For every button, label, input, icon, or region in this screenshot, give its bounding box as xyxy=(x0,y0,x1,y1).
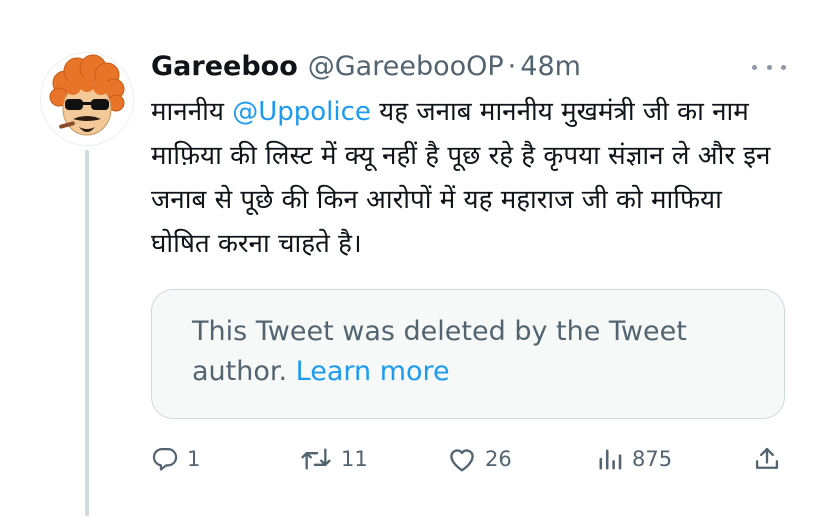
thread-line xyxy=(85,150,89,516)
tweet-text-start: माननीय xyxy=(151,97,233,127)
share-upload-icon xyxy=(755,447,779,469)
more-horizontal-icon-dot xyxy=(781,64,786,70)
timestamp[interactable]: 48m xyxy=(520,51,581,82)
tweet-header: Gareeboo @GareebooOP · 48m xyxy=(151,48,581,84)
avatar[interactable] xyxy=(40,52,134,146)
heart-icon xyxy=(450,449,474,472)
mention-link[interactable]: @Uppolice xyxy=(232,97,371,127)
retweet-count: 11 xyxy=(341,447,368,471)
retweet-button[interactable]: 11 xyxy=(299,440,368,478)
views-button[interactable]: 875 xyxy=(596,440,672,478)
more-horizontal-icon-dot xyxy=(752,64,757,70)
user-handle[interactable]: @GareebooOP xyxy=(308,51,504,82)
share-button[interactable] xyxy=(753,440,781,478)
more-options-button[interactable] xyxy=(752,56,786,78)
display-name[interactable]: Gareeboo xyxy=(151,51,298,82)
analytics-bars-icon xyxy=(599,449,622,470)
retweet-icon xyxy=(301,448,331,470)
reply-count: 1 xyxy=(187,447,201,471)
reply-bubble-icon xyxy=(152,447,178,471)
deleted-quote-card: This Tweet was deleted by the Tweet auth… xyxy=(151,289,785,419)
learn-more-link[interactable]: Learn more xyxy=(296,356,450,387)
separator-dot: · xyxy=(507,50,517,82)
more-horizontal-icon-dot xyxy=(766,64,772,70)
like-button[interactable]: 26 xyxy=(447,440,512,478)
views-count: 875 xyxy=(632,447,673,471)
tweet-text: माननीय @Uppolice यह जनाब माननीय मुखमंत्र… xyxy=(151,90,781,266)
tweet-actions: 1 11 26 875 xyxy=(151,440,791,478)
reply-button[interactable]: 1 xyxy=(151,440,200,478)
cartoon-face-avatar-icon xyxy=(41,53,133,145)
like-count: 26 xyxy=(485,447,512,471)
